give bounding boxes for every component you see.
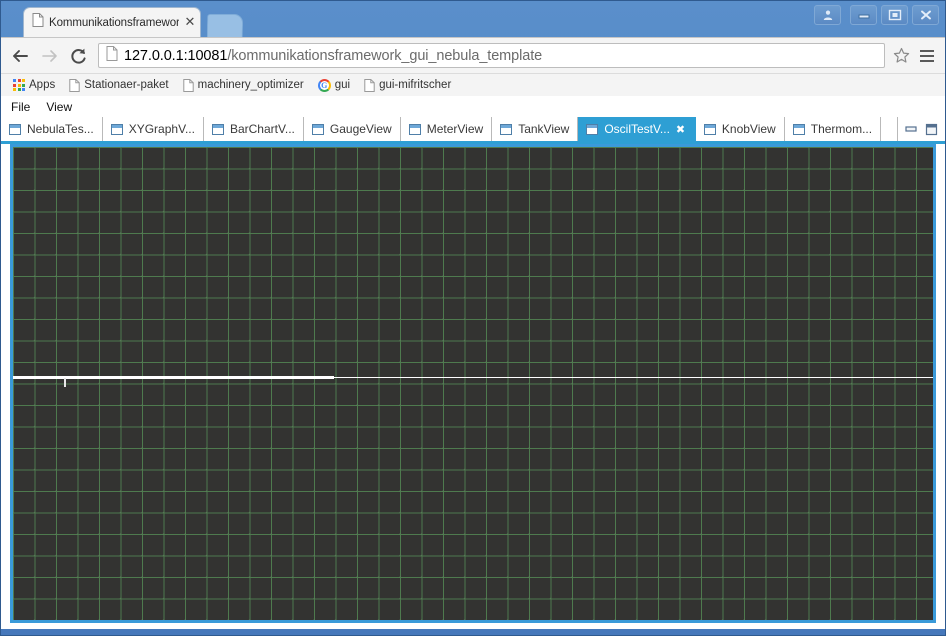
new-tab-button[interactable] bbox=[206, 14, 244, 37]
app-tab-knobview[interactable]: KnobView bbox=[695, 117, 785, 141]
browser-tab-close-icon[interactable]: ✕ bbox=[184, 16, 196, 29]
bookmark-apps[interactable]: Apps bbox=[7, 77, 61, 93]
address-bar[interactable]: 127.0.0.1:10081/kommunikationsframework_… bbox=[98, 43, 885, 68]
scope-frame bbox=[10, 144, 936, 623]
reload-icon bbox=[70, 48, 86, 64]
bookmark-machinery-optimizer[interactable]: machinery_optimizer bbox=[177, 77, 310, 94]
app-tab-label: XYGraphV... bbox=[128, 122, 195, 136]
menu-item-file[interactable]: File bbox=[9, 99, 32, 115]
close-button[interactable] bbox=[912, 5, 939, 25]
window-icon bbox=[500, 123, 513, 135]
app-tab-gaugeview[interactable]: GaugeView bbox=[303, 117, 401, 141]
bookmark-stationaer-paket[interactable]: Stationaer-paket bbox=[63, 77, 174, 94]
app-tab-label: BarChartV... bbox=[229, 122, 295, 136]
window-icon bbox=[408, 123, 421, 135]
app-tab-label: OscilTestV... bbox=[604, 122, 670, 136]
back-button[interactable] bbox=[9, 45, 31, 67]
page-icon bbox=[69, 78, 80, 92]
browser-titlebar: Kommunikationsframework_ ✕ bbox=[1, 1, 945, 37]
browser-toolbar: 127.0.0.1:10081/kommunikationsframework_… bbox=[1, 37, 945, 73]
bookmark-label: machinery_optimizer bbox=[197, 79, 304, 91]
app-tab-meterview[interactable]: MeterView bbox=[400, 117, 493, 141]
app-tab-osciltestview[interactable]: OscilTestV... ✖ bbox=[578, 117, 696, 141]
forward-button[interactable] bbox=[38, 45, 60, 67]
page-icon bbox=[182, 78, 194, 92]
app-frame-controls bbox=[897, 117, 945, 141]
app-tab-thermometer[interactable]: Thermom... bbox=[784, 117, 882, 141]
window-icon bbox=[703, 123, 716, 135]
google-icon: G bbox=[317, 78, 331, 92]
app-menubar: File View bbox=[1, 96, 945, 117]
window-icon bbox=[792, 123, 805, 135]
signal-trace-active-segment bbox=[13, 376, 334, 379]
page-icon bbox=[106, 45, 118, 66]
url-path: /kommunikationsframework_gui_nebula_temp… bbox=[227, 47, 543, 64]
window-icon bbox=[586, 123, 599, 135]
browser-window: Kommunikationsframework_ ✕ 127.0.0.1:100… bbox=[0, 0, 946, 636]
app-tab-label: KnobView bbox=[721, 122, 776, 136]
bookmark-label: Apps bbox=[29, 79, 56, 91]
page-icon bbox=[364, 78, 375, 92]
user-profile-button[interactable] bbox=[814, 5, 841, 25]
app-tabstrip: NebulaTes... XYGraphV... BarChartV... Ga… bbox=[1, 117, 945, 144]
bookmark-star-button[interactable] bbox=[892, 47, 910, 64]
window-bottom-rim bbox=[1, 629, 945, 635]
forward-arrow-icon bbox=[41, 49, 57, 62]
window-icon bbox=[211, 123, 224, 135]
menu-item-view[interactable]: View bbox=[44, 99, 74, 115]
frame-minimize-icon bbox=[905, 126, 917, 132]
browser-tab[interactable]: Kommunikationsframework_ ✕ bbox=[23, 7, 201, 37]
bookmark-gui[interactable]: G gui bbox=[312, 77, 356, 94]
osciltest-view bbox=[1, 144, 945, 629]
signal-trace-spike bbox=[64, 378, 66, 387]
app-tab-barchartview[interactable]: BarChartV... bbox=[203, 117, 304, 141]
app-tab-label: NebulaTes... bbox=[27, 122, 94, 136]
minimize-button[interactable] bbox=[850, 5, 877, 25]
bookmark-label: gui-mifritscher bbox=[379, 79, 452, 91]
bookmark-label: gui bbox=[334, 79, 351, 91]
maximize-icon bbox=[888, 9, 901, 21]
hamburger-line bbox=[920, 54, 934, 57]
page-icon bbox=[32, 13, 44, 32]
apps-grid-icon bbox=[13, 79, 25, 91]
app-tab-xygraphview[interactable]: XYGraphV... bbox=[102, 117, 204, 141]
window-icon bbox=[9, 123, 21, 135]
app-tab-label: Thermom... bbox=[810, 122, 873, 136]
browser-tab-title: Kommunikationsframework_ bbox=[49, 16, 179, 29]
hamburger-line bbox=[920, 49, 934, 52]
bookmark-gui-mifritscher[interactable]: gui-mifritscher bbox=[358, 77, 457, 94]
app-tab-nebulatest[interactable]: NebulaTes... bbox=[1, 117, 103, 141]
star-icon bbox=[893, 47, 909, 63]
window-controls bbox=[814, 5, 939, 25]
chrome-menu-button[interactable] bbox=[917, 48, 937, 64]
oscilloscope-canvas[interactable] bbox=[13, 147, 933, 620]
window-icon bbox=[110, 123, 123, 135]
back-arrow-icon bbox=[12, 49, 28, 62]
app-tab-label: GaugeView bbox=[329, 122, 392, 136]
app-tab-label: TankView bbox=[518, 122, 570, 136]
bookmark-label: Stationaer-paket bbox=[84, 79, 169, 91]
bookmarks-bar: Apps Stationaer-paket machinery_optimize… bbox=[1, 73, 945, 96]
hamburger-line bbox=[920, 59, 934, 62]
frame-maximize-button[interactable] bbox=[924, 123, 938, 135]
reload-button[interactable] bbox=[67, 45, 89, 67]
app-tab-tankview[interactable]: TankView bbox=[492, 117, 579, 141]
maximize-button[interactable] bbox=[881, 5, 908, 25]
person-icon bbox=[823, 10, 832, 20]
page-content: File View NebulaTes... XYGraphV... BarCh… bbox=[1, 96, 945, 629]
address-bar-url: 127.0.0.1:10081/kommunikationsframework_… bbox=[124, 48, 880, 64]
minimize-icon bbox=[858, 14, 869, 19]
app-tab-label: MeterView bbox=[426, 122, 484, 136]
close-icon bbox=[920, 10, 931, 20]
app-tab-close-icon[interactable]: ✖ bbox=[676, 124, 687, 135]
frame-maximize-icon bbox=[925, 123, 937, 135]
app-tabstrip-spacer bbox=[881, 117, 898, 141]
window-icon bbox=[311, 123, 324, 135]
frame-minimize-button[interactable] bbox=[904, 123, 918, 135]
url-host: 127.0.0.1:10081 bbox=[124, 47, 228, 64]
